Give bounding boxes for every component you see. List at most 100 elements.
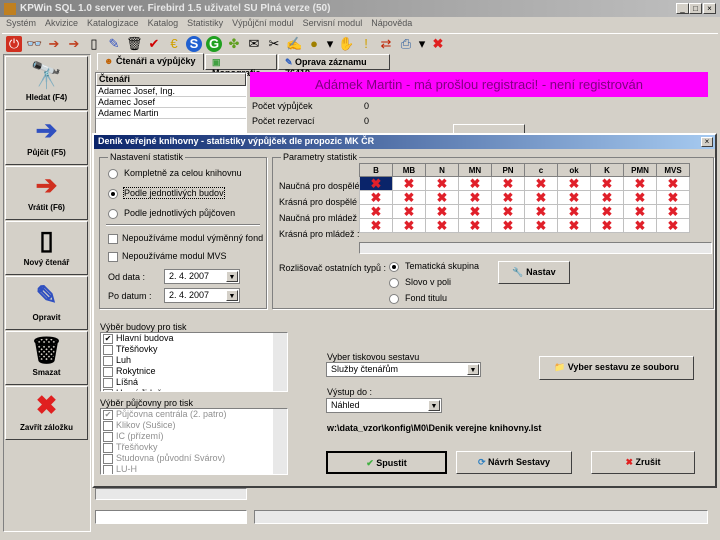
list-item[interactable]: IC (přízemí) (101, 431, 287, 442)
grid-cell[interactable]: ✖ (491, 204, 525, 219)
menu-katalog[interactable]: Katalog (148, 18, 179, 28)
swap-icon[interactable]: ⇄ (378, 36, 394, 52)
chevron-down-icon[interactable]: ▼ (428, 400, 440, 411)
design-button[interactable]: ⟳ Návrh Sestavy (456, 451, 572, 474)
checkbox[interactable] (103, 355, 113, 366)
search-button[interactable]: 🔭 Hledat (F4) (5, 56, 88, 110)
grid-cell[interactable]: ✖ (590, 176, 624, 191)
column-header[interactable]: B (359, 163, 393, 177)
chevron-down-icon[interactable]: ▼ (467, 364, 479, 375)
grid-cell[interactable]: ✖ (425, 218, 459, 233)
list-item[interactable]: Třešňovky (101, 442, 287, 453)
radio-buildings[interactable]: Podle jednotlivých budov (108, 187, 225, 199)
readers-list[interactable]: Čtenáři Adamec Josef, Ing. Adamec Josef … (95, 72, 247, 134)
choose-file-button[interactable]: 📁 Vyber sestavu ze souboru (539, 356, 694, 380)
grid-cell[interactable]: ✖ (491, 218, 525, 233)
checkbox[interactable] (103, 442, 113, 453)
return-button[interactable]: ➔ Vrátit (F6) (5, 166, 88, 220)
grid-cell[interactable]: ✖ (359, 176, 393, 191)
grid-cell[interactable]: ✖ (623, 190, 657, 205)
menu-akvizice[interactable]: Akvizice (45, 18, 78, 28)
grid-cell[interactable]: ✖ (557, 218, 591, 233)
grid-cell[interactable]: ✖ (491, 190, 525, 205)
notes-icon[interactable]: ✍ (286, 36, 302, 52)
printer-icon[interactable]: ⎙ (398, 36, 414, 52)
buildings-list[interactable]: ✔ Hlavní budova Třešňovky Luh Rokytnice Líšná… (100, 332, 288, 392)
grid-cell[interactable]: ✖ (392, 218, 426, 233)
grid-cell[interactable]: ✖ (524, 190, 558, 205)
cancel-button[interactable]: ✖ Zrušit (591, 451, 695, 474)
setup-button[interactable]: 🔧 Nastav (498, 261, 570, 284)
list-item[interactable]: Klikov (Sušice) (101, 420, 287, 431)
return-icon[interactable]: ➔ (66, 36, 82, 52)
report-select[interactable]: Služby čtenářům ▼ (326, 362, 481, 377)
output-select[interactable]: Náhled ▼ (326, 398, 442, 413)
grid-cell[interactable]: ✖ (458, 190, 492, 205)
chevron-down-icon[interactable]: ▼ (226, 271, 238, 282)
grid-cell[interactable]: ✖ (590, 218, 624, 233)
params-grid[interactable]: B MB N MN PN c ok K PMN MVS ✖ ✖ ✖ ✖ ✖ ✖ ✖ ✖ ✖ ✖ ✖ ✖ ✖ ✖ ✖ ✖ ✖ ✖ ✖ ✖ ✖ ✖… (359, 163, 690, 233)
grid-cell[interactable]: ✖ (590, 204, 624, 219)
grid-cell[interactable]: ✖ (656, 204, 690, 219)
grid-cell[interactable]: ✖ (557, 204, 591, 219)
dropdown-icon[interactable]: ▾ (418, 36, 426, 52)
menu-servisni[interactable]: Servisní modul (303, 18, 363, 28)
grid-cell[interactable]: ✖ (590, 190, 624, 205)
grid-cell[interactable]: ✖ (524, 176, 558, 191)
new-reader-button[interactable]: ▯ Nový čtenář (5, 221, 88, 275)
scrollbar[interactable] (273, 333, 287, 391)
grid-cell[interactable]: ✖ (623, 204, 657, 219)
trash-icon[interactable]: 🗑 (126, 36, 143, 52)
column-header[interactable]: N (425, 163, 459, 177)
grid-cell[interactable]: ✖ (425, 176, 459, 191)
grid-cell[interactable]: ✖ (557, 176, 591, 191)
hand-icon[interactable]: ✋ (338, 36, 354, 52)
tools-icon[interactable]: ✂ (266, 36, 282, 52)
grid-cell[interactable]: ✖ (458, 204, 492, 219)
grid-cell[interactable]: ✖ (623, 176, 657, 191)
tab-monografie[interactable]: ▣ Monografie (205, 54, 277, 78)
tab-oprava[interactable]: ✎ Oprava záznamu 76419 (278, 54, 390, 78)
list-item[interactable]: Adamec Martin (96, 108, 246, 119)
grid-cell[interactable]: ✖ (425, 204, 459, 219)
list-item[interactable]: Třešňovky (101, 344, 287, 355)
checkbox[interactable]: ✔ (103, 333, 113, 344)
branches-list[interactable]: ✔ Půjčovna centrála (2. patro) Klikov (Suš… (100, 408, 288, 475)
grid-cell[interactable]: ✖ (524, 218, 558, 233)
column-header[interactable]: PN (491, 163, 525, 177)
grid-cell[interactable]: ✖ (359, 218, 393, 233)
list-item[interactable]: Horní Jideč (101, 388, 287, 391)
puzzle-icon[interactable]: ✤ (226, 36, 242, 52)
lend-button[interactable]: ➔ Půjčit (F5) (5, 111, 88, 165)
grid-cell[interactable]: ✖ (392, 204, 426, 219)
radio-fond[interactable]: Fond titulu (389, 293, 447, 304)
reader-search-input[interactable] (95, 510, 247, 524)
column-header[interactable]: PMN (623, 163, 657, 177)
grid-cell[interactable]: ✖ (524, 204, 558, 219)
scrollbar[interactable] (273, 409, 287, 474)
column-header[interactable]: MB (392, 163, 426, 177)
tab-readers[interactable]: ☻ Čtenáři a výpůjčky (97, 53, 204, 70)
column-header[interactable]: MVS (656, 163, 690, 177)
grid-cell[interactable]: ✖ (458, 176, 492, 191)
edit-button[interactable]: ✎ Opravit (5, 276, 88, 330)
list-item[interactable]: Adamec Josef (96, 97, 246, 108)
to-date-field[interactable]: 2. 4. 2007 ▼ (164, 288, 240, 303)
lend-icon[interactable]: ➔ (46, 36, 62, 52)
list-item[interactable]: ✔ Půjčovna centrála (2. patro) (101, 409, 287, 420)
list-item[interactable]: ✔ Hlavní budova (101, 333, 287, 344)
main-hscrollbar[interactable] (254, 510, 708, 524)
maximize-button[interactable]: □ (689, 3, 702, 14)
grid-cell[interactable]: ✖ (392, 190, 426, 205)
g-icon[interactable]: G (206, 35, 222, 52)
menu-system[interactable]: Systém (6, 18, 36, 28)
coins-icon[interactable]: ● (306, 36, 322, 52)
grid-cell[interactable]: ✖ (491, 176, 525, 191)
from-date-field[interactable]: 2. 4. 2007 ▼ (164, 269, 240, 284)
grid-cell[interactable]: ✖ (557, 190, 591, 205)
radio-slovo[interactable]: Slovo v poli (389, 277, 451, 288)
column-header[interactable]: K (590, 163, 624, 177)
grid-cell[interactable]: ✖ (623, 218, 657, 233)
menu-vypujcni[interactable]: Výpůjční modul (232, 18, 294, 28)
list-item[interactable]: Studovna (původní Svárov) (101, 453, 287, 464)
